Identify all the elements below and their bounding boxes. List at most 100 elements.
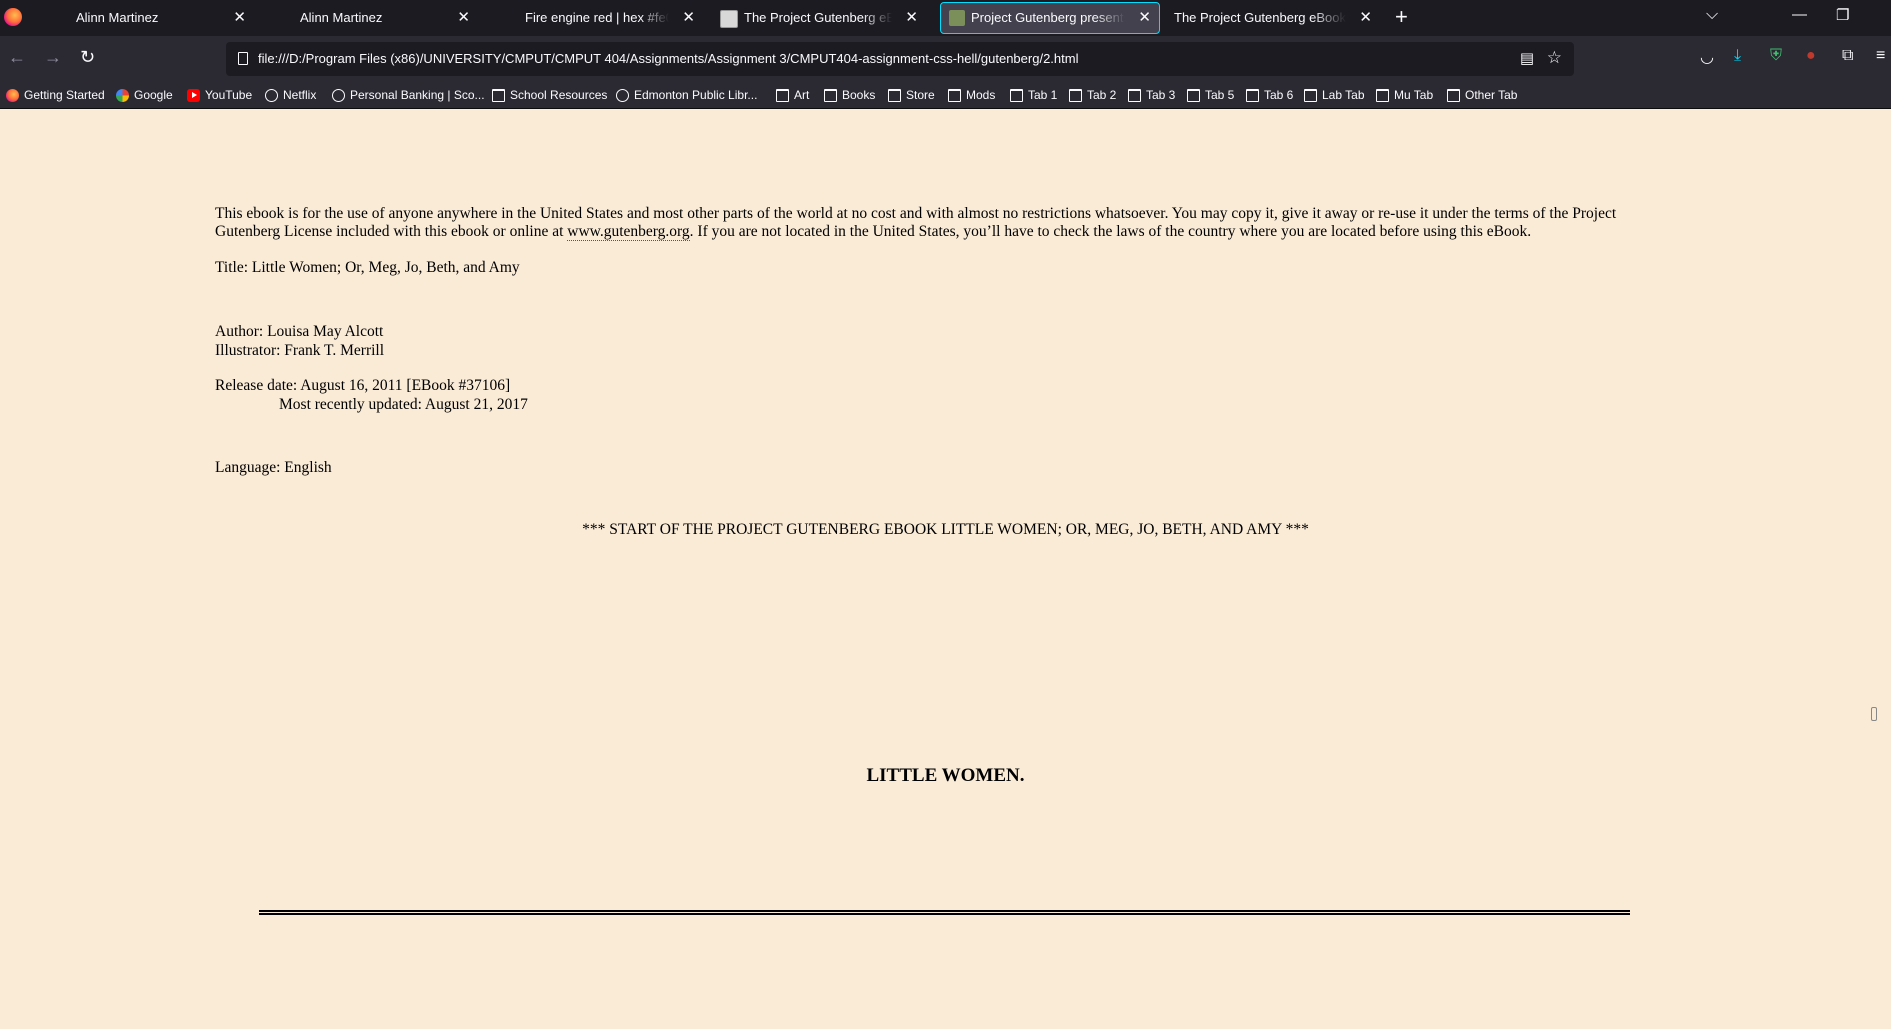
bookmark-mods[interactable]: Mods <box>948 82 995 108</box>
bookmark-label: Edmonton Public Libr... <box>634 88 758 102</box>
restore-icon[interactable]: ❐ <box>1836 6 1849 24</box>
tab-5-active[interactable]: Project Gutenberg presents the ✕ <box>940 2 1160 34</box>
reload-icon[interactable]: ↻ <box>80 47 95 68</box>
tab-favicon <box>497 10 513 26</box>
google-icon <box>116 88 129 102</box>
bookmark-tab-3[interactable]: Tab 3 <box>1128 82 1175 108</box>
bookmark-label: Mods <box>966 88 996 102</box>
youtube-icon <box>187 88 200 102</box>
bookmark-art[interactable]: Art <box>776 82 809 108</box>
new-tab-button[interactable]: + <box>1395 4 1408 30</box>
bookmarks-toolbar: Getting Started Google YouTube Netflix P… <box>0 82 1891 109</box>
page-content: This ebook is for the use of anyone anyw… <box>0 109 1891 1029</box>
bookmark-school-resources[interactable]: School Resources <box>492 82 607 108</box>
close-icon[interactable]: ✕ <box>233 0 246 36</box>
bookmark-edmonton-library[interactable]: Edmonton Public Libr... <box>616 82 757 108</box>
bookmark-books[interactable]: Books <box>824 82 875 108</box>
tab-title: Alinn Martinez <box>76 10 159 25</box>
bookmark-label: Lab Tab <box>1322 88 1365 102</box>
bookmark-google[interactable]: Google <box>116 82 173 108</box>
book-heading: LITTLE WOMEN. <box>866 765 1025 786</box>
folder-icon <box>1376 88 1389 102</box>
bookmark-label: Books <box>842 88 876 102</box>
bookmark-mu-tab[interactable]: Mu Tab <box>1376 82 1433 108</box>
close-icon[interactable]: ✕ <box>905 0 918 36</box>
back-icon[interactable]: ← <box>8 47 26 68</box>
bookmark-label: Tab 3 <box>1146 88 1176 102</box>
bookmark-label: YouTube <box>205 88 253 102</box>
tab-title: The Project Gutenberg eBook of Pride <box>1174 10 1346 25</box>
tab-title: The Project Gutenberg eBook of <box>744 10 892 25</box>
folder-icon <box>948 88 961 102</box>
bookmark-lab-tab[interactable]: Lab Tab <box>1304 82 1365 108</box>
url-bar[interactable]: file:///D:/Program Files (x86)/UNIVERSIT… <box>226 42 1574 76</box>
folder-icon <box>1447 88 1460 102</box>
double-rule-divider <box>259 910 1630 915</box>
bookmark-tab-5[interactable]: Tab 5 <box>1187 82 1234 108</box>
firefox-icon[interactable] <box>4 8 22 26</box>
downloads-icon[interactable]: ⤓ <box>1734 47 1741 65</box>
bookmark-label: Tab 1 <box>1028 88 1058 102</box>
gutenberg-link[interactable]: www.gutenberg.org <box>567 223 690 241</box>
close-icon[interactable]: ✕ <box>1138 3 1151 33</box>
bookmark-label: Tab 5 <box>1205 88 1235 102</box>
close-icon[interactable]: ✕ <box>682 0 695 36</box>
bookmark-label: Personal Banking | Sco... <box>350 88 485 102</box>
illustrator-line: Illustrator: Frank T. Merrill <box>215 342 385 359</box>
tab-1[interactable]: Alinn Martinez ✕ <box>28 0 254 36</box>
tab-2[interactable]: Alinn Martinez ✕ <box>252 0 478 36</box>
updated-line: Most recently updated: August 21, 2017 <box>279 396 528 413</box>
close-icon[interactable]: ✕ <box>457 0 470 36</box>
pocket-icon[interactable]: ◡ <box>1700 47 1714 67</box>
bookmark-youtube[interactable]: YouTube <box>187 82 252 108</box>
ublock-icon[interactable]: ● <box>1806 47 1816 65</box>
bookmark-label: Store <box>906 88 935 102</box>
bookmark-label: Art <box>794 88 810 102</box>
book-icon <box>949 10 965 26</box>
shield-icon[interactable]: ⛨ <box>1770 47 1782 65</box>
navigation-toolbar: ← → ↻ file:///D:/Program Files (x86)/UNI… <box>0 36 1891 82</box>
url-text[interactable]: file:///D:/Program Files (x86)/UNIVERSIT… <box>258 42 1078 76</box>
bookmark-label: Getting Started <box>24 88 105 102</box>
scrollbar-indicator[interactable] <box>1871 707 1877 721</box>
bookmark-label: Tab 2 <box>1087 88 1117 102</box>
language-line: Language: English <box>215 459 332 476</box>
folder-icon <box>1187 88 1200 102</box>
bookmark-getting-started[interactable]: Getting Started <box>6 82 105 108</box>
forward-icon[interactable]: → <box>44 47 62 68</box>
bookmark-other-tab[interactable]: Other Tab <box>1447 82 1517 108</box>
bookmark-personal-banking[interactable]: Personal Banking | Sco... <box>332 82 485 108</box>
reader-view-icon[interactable]: ▤ <box>1520 49 1534 67</box>
list-all-tabs-icon[interactable]: ⌵ <box>1706 6 1718 24</box>
folder-icon <box>1128 88 1141 102</box>
minimize-icon[interactable]: — <box>1792 6 1807 23</box>
license-text-continued: . If you are not located in the United S… <box>689 223 1532 240</box>
bookmark-tab-6[interactable]: Tab 6 <box>1246 82 1293 108</box>
tab-3[interactable]: Fire engine red | hex #fe0002 | rgb 254 … <box>477 0 703 36</box>
tab-strip: Alinn Martinez ✕ Alinn Martinez ✕ Fire e… <box>0 0 1891 36</box>
globe-icon <box>616 88 629 102</box>
tab-favicon <box>272 10 288 26</box>
bookmark-star-icon[interactable]: ☆ <box>1547 48 1562 68</box>
bookmark-tab-1[interactable]: Tab 1 <box>1010 82 1057 108</box>
book-icon <box>720 10 738 28</box>
extensions-icon[interactable]: ⧉ <box>1842 47 1853 65</box>
firefox-icon <box>6 88 19 102</box>
bookmark-label: Other Tab <box>1465 88 1518 102</box>
bookmark-label: Mu Tab <box>1394 88 1434 102</box>
folder-icon <box>776 88 789 102</box>
tab-4[interactable]: The Project Gutenberg eBook of ✕ <box>700 0 926 36</box>
folder-icon <box>492 88 505 102</box>
folder-icon <box>1010 88 1023 102</box>
license-paragraph: This ebook is for the use of anyone anyw… <box>215 205 1665 241</box>
close-icon[interactable]: ✕ <box>1359 0 1372 36</box>
bookmark-label: Google <box>134 88 173 102</box>
title-line: Title: Little Women; Or, Meg, Jo, Beth, … <box>215 259 520 276</box>
tab-favicon <box>48 10 64 26</box>
bookmark-tab-2[interactable]: Tab 2 <box>1069 82 1116 108</box>
folder-icon <box>1246 88 1259 102</box>
menu-icon[interactable]: ≡ <box>1876 47 1885 65</box>
bookmark-store[interactable]: Store <box>888 82 935 108</box>
tab-6[interactable]: The Project Gutenberg eBook of Pride ✕ <box>1162 0 1380 36</box>
bookmark-netflix[interactable]: Netflix <box>265 82 316 108</box>
